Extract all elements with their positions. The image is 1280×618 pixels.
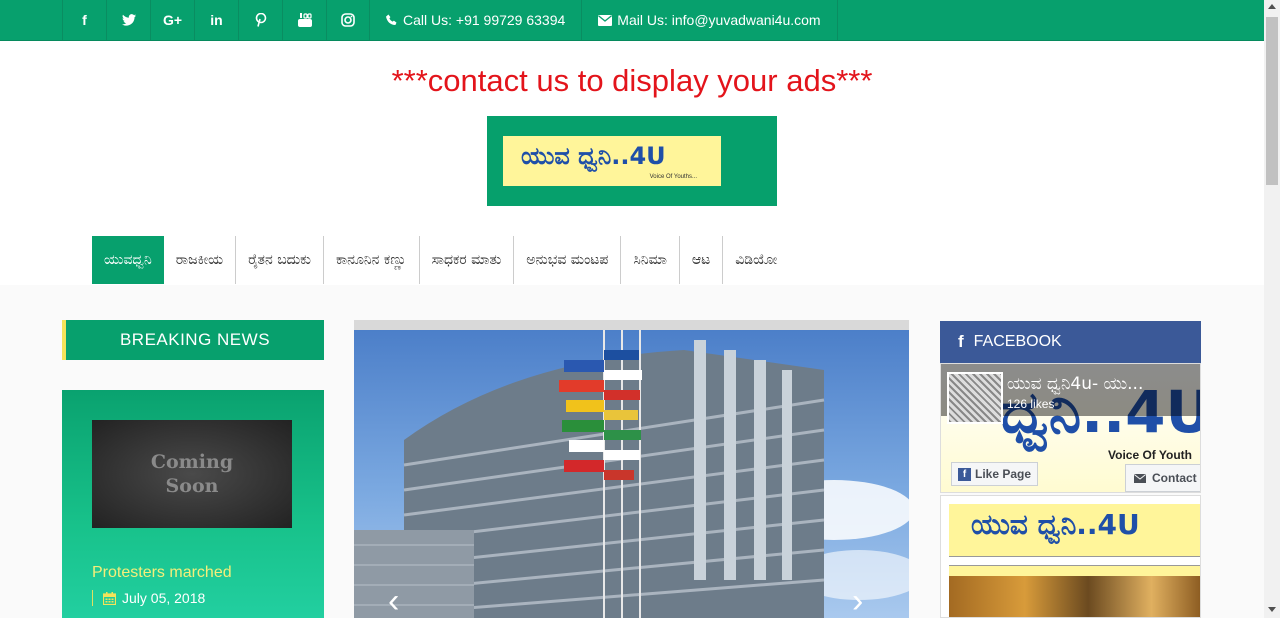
mail-text: Mail Us: info@yuvadwani4u.com [617,12,821,28]
facebook-icon[interactable]: f [62,0,106,40]
facebook-heading: f FACEBOOK [940,321,1201,363]
twitter-icon[interactable] [106,0,150,40]
phone-contact[interactable]: Call Us: +91 99729 63394 [370,0,583,40]
nav-item-home[interactable]: ಯುವಧ್ವನಿ [92,236,164,284]
news-headline[interactable]: Protesters marched [92,564,232,582]
top-bar: f G+ in Call Us: +91 99729 63394 Mail Us… [0,0,1264,41]
epaper-title: ಯುವ ಧ್ವನಿ..4U [971,508,1140,541]
nav-item-video[interactable]: ವಿಡಿಯೋ [723,236,789,284]
ads-banner[interactable]: ***contact us to display your ads*** [0,63,1264,99]
social-links: f G+ in [62,0,370,40]
google-plus-icon[interactable]: G+ [150,0,194,40]
facebook-title: FACEBOOK [973,333,1062,350]
logo-text: ಯುವ ಧ್ವನಿ..4U [521,142,666,170]
instagram-icon[interactable] [326,0,370,40]
breaking-news-heading: BREAKING NEWS [62,320,324,360]
slider-next-button[interactable]: › [852,582,863,618]
news-card: Coming Soon Protesters marched July 05, … [62,390,324,618]
epaper-photo [949,576,1200,617]
nav-item-farmers-life[interactable]: ರೈತನ ಬದುಕು [236,236,324,284]
mail-icon [598,14,613,26]
nav-item-achievers[interactable]: ಸಾಧಕರ ಮಾತು [420,236,515,284]
logo-tagline: Voice Of Youths... [649,174,697,180]
facebook-icon: f [958,332,964,351]
nav-item-experience[interactable]: ಅನುಭವ ಮಂಟಪ [514,236,622,284]
news-date: July 05, 2018 [92,590,205,606]
nav-item-sports[interactable]: ಆಟ [680,236,724,284]
like-page-button[interactable]: f Like Page [951,462,1039,486]
slider-prev-button[interactable]: ‹ [388,582,399,618]
news-thumbnail[interactable]: Coming Soon [92,420,292,528]
pinterest-icon[interactable] [238,0,282,40]
scroll-up-arrow-icon[interactable] [1268,4,1276,9]
slide-image [354,330,909,618]
like-page-label: Like Page [975,467,1032,481]
coming-soon-text: Coming Soon [150,451,234,497]
epaper-image: ಯುವ ಧ್ವನಿ..4U [949,504,1200,617]
contact-us-button[interactable]: Contact U [1125,464,1200,492]
facebook-page-name[interactable]: ಯುವ ಧ್ವನಿ4u- ಯು... [1007,374,1143,394]
envelope-icon [1134,473,1146,483]
facebook-cover-voice: Voice Of Youth [1108,448,1193,462]
calendar-icon [103,591,116,605]
scrollbar-thumb[interactable] [1266,17,1278,185]
contact-us-label: Contact U [1152,471,1200,485]
linkedin-icon[interactable]: in [194,0,238,40]
facebook-f-icon: f [958,467,971,481]
phone-icon [386,14,397,25]
main-nav: ಯುವಧ್ವನಿ ರಾಜಕೀಯ ರೈತನ ಬದುಕು ಕಾನೂನಿನ ಕಣ್ಣು… [92,236,789,284]
page-scrollbar[interactable] [1264,0,1280,618]
epaper-strip [949,556,1200,566]
epaper-thumbnail[interactable]: ಯುವ ಧ್ವನಿ..4U [940,495,1201,618]
image-slider[interactable]: ‹ › [354,320,909,618]
facebook-avatar[interactable] [947,372,1003,424]
nav-item-politics[interactable]: ರಾಜಕೀಯ [164,236,237,284]
mail-contact[interactable]: Mail Us: info@yuvadwani4u.com [582,0,838,40]
youtube-icon[interactable] [282,0,326,40]
logo-image: ಯುವ ಧ್ವನಿ..4U Voice Of Youths... [503,136,721,186]
phone-text: Call Us: +91 99729 63394 [403,12,566,28]
site-logo[interactable]: ಯುವ ಧ್ವನಿ..4U Voice Of Youths... [487,116,777,206]
news-date-text: July 05, 2018 [122,590,206,606]
scroll-down-arrow-icon[interactable] [1268,607,1276,612]
nav-item-cinema[interactable]: ಸಿನಿಮಾ [621,236,680,284]
site-header: ***contact us to display your ads*** ಯುವ… [0,41,1264,285]
nav-item-law[interactable]: ಕಾನೂನಿನ ಕಣ್ಣು [324,236,420,284]
facebook-likes: 126 likes [1007,397,1055,411]
facebook-widget[interactable]: ಧ್ವನಿ..4U Voice Of Youth ಯುವ ಧ್ವನಿ4u- ಯು… [940,363,1201,493]
